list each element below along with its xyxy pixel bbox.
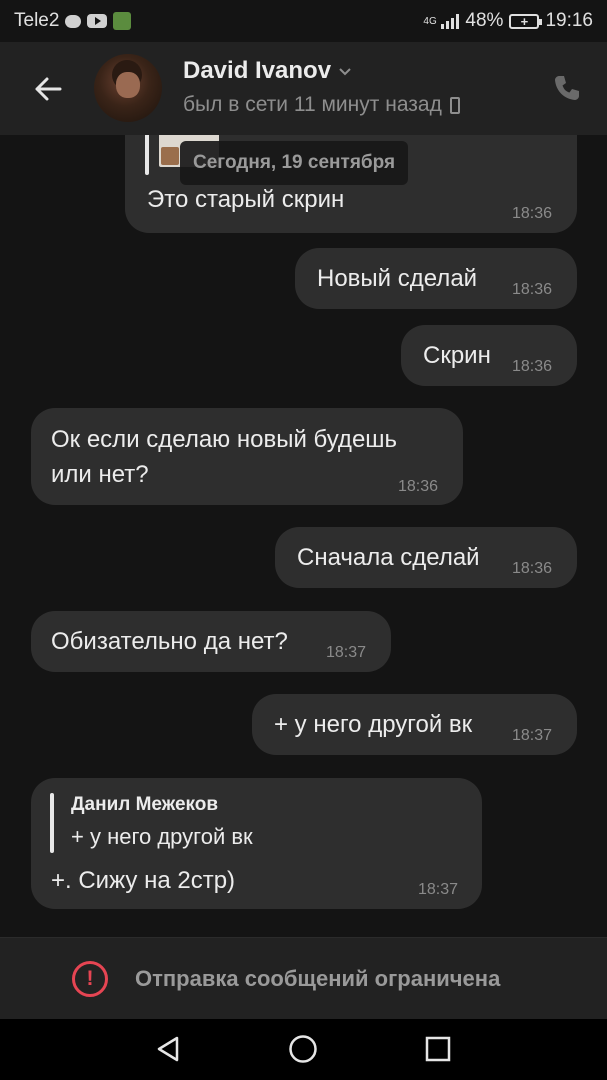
message-text: Обизательно да нет?: [51, 628, 288, 655]
battery-percent: 48%: [465, 10, 504, 31]
nav-back-icon[interactable]: [153, 1033, 185, 1065]
message-text: Новый сделай: [317, 265, 478, 292]
youtube-icon: [87, 14, 108, 28]
date-badge: Сегодня, 19 сентября: [180, 141, 409, 185]
alert-icon: !: [72, 960, 108, 997]
contact-name: David Ivanov: [183, 57, 332, 84]
restriction-text: Отправка сообщений ограничена: [135, 965, 501, 991]
system-nav-bar: [0, 1019, 607, 1080]
message-text: Сначала сделай: [297, 544, 480, 571]
clock: 19:16: [545, 10, 593, 31]
message-time: 18:37: [512, 727, 553, 744]
back-button[interactable]: [0, 42, 96, 135]
back-arrow-icon: [35, 77, 62, 100]
message-bubble-incoming[interactable]: Ок если сделаю новый будешь или нет? 18:…: [31, 408, 463, 505]
chat-messages[interactable]: Это старый скрин 18:36 Сегодня, 19 сентя…: [0, 135, 607, 937]
nav-recents-icon[interactable]: [422, 1033, 454, 1065]
contact-status-row: был в сети 11 минут назад: [183, 93, 460, 117]
message-bubble-outgoing[interactable]: Новый сделай 18:36: [295, 248, 577, 309]
message-bubble-incoming[interactable]: Данил Межеков + у него другой вк +. Сижу…: [31, 778, 482, 909]
contact-info[interactable]: David Ivanov был в сети 11 минут назад: [183, 57, 460, 117]
reply-text: + у него другой вк: [71, 824, 253, 849]
message-time: 18:36: [512, 358, 553, 375]
nav-home-icon[interactable]: [287, 1033, 319, 1065]
message-text: + у него другой вк: [274, 711, 473, 738]
photo-thumbnail-detail: [161, 147, 179, 165]
contact-name-row: David Ivanov: [183, 57, 460, 85]
chat-header: David Ivanov был в сети 11 минут назад: [0, 42, 607, 135]
message-bubble-incoming[interactable]: Обизательно да нет? 18:37: [31, 611, 391, 672]
mobile-phone-icon: [449, 96, 460, 114]
status-bar: Tele2 4G 48% + 19:16: [0, 0, 607, 42]
message-time: 18:36: [512, 205, 553, 222]
reply-author: Данил Межеков: [71, 794, 219, 815]
message-bubble-outgoing[interactable]: + у него другой вк 18:37: [252, 694, 577, 755]
message-text-line2: или нет?: [51, 461, 149, 488]
message-time: 18:36: [398, 478, 439, 495]
restriction-bar: ! Отправка сообщений ограничена: [0, 937, 607, 1019]
message-time: 18:37: [418, 881, 459, 898]
avatar[interactable]: [94, 54, 162, 122]
status-right: 4G 48% + 19:16: [423, 10, 593, 32]
app-icon: [113, 12, 132, 30]
chevron-down-icon: [339, 68, 351, 76]
message-time: 18:37: [326, 644, 367, 661]
chat-bubble-icon: [65, 14, 82, 28]
message-time: 18:36: [512, 281, 553, 298]
message-bubble-outgoing[interactable]: Сначала сделай 18:36: [275, 527, 577, 588]
carrier-label: Tele2: [14, 10, 60, 31]
signal-icon: [441, 13, 460, 29]
message-text-line1: Ок если сделаю новый будешь: [51, 426, 398, 453]
last-seen-status: был в сети 11 минут назад: [183, 93, 442, 116]
message-text: Это старый скрин: [147, 186, 345, 213]
status-left: Tele2: [14, 10, 132, 32]
message-text: +. Сижу на 2стр): [51, 867, 236, 894]
message-time: 18:36: [512, 560, 553, 577]
battery-charging-icon: +: [509, 13, 543, 29]
reply-quote-bar: [145, 135, 149, 175]
reply-quote-bar: [50, 793, 54, 853]
message-bubble-outgoing[interactable]: Скрин 18:36: [401, 325, 577, 386]
message-text: Скрин: [423, 342, 491, 369]
call-icon[interactable]: [552, 73, 582, 103]
network-label: 4G: [423, 15, 437, 27]
